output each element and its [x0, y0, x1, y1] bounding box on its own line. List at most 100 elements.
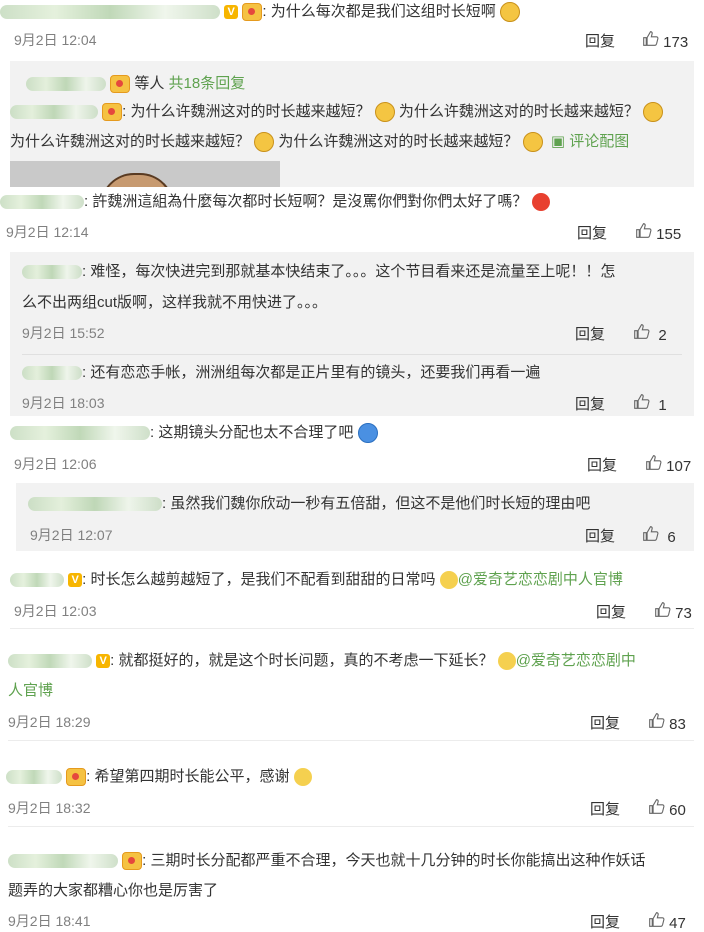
- like-count: 107: [666, 458, 692, 475]
- thumbs-up-icon: [634, 324, 650, 339]
- reply-text: 为什么许魏洲这对的时长越来越短？: [130, 103, 371, 120]
- reply-date: 9月2日 18:03: [22, 395, 105, 411]
- mention-link[interactable]: @爱奇艺恋恋剧中人官博: [458, 571, 623, 588]
- comment-date: 9月2日 12:14: [6, 224, 89, 240]
- image-icon: ▣: [550, 133, 566, 150]
- doraemon-emoji-icon: [357, 423, 378, 444]
- like-button[interactable]: 47: [648, 911, 686, 932]
- reply-button[interactable]: 回复: [590, 712, 620, 733]
- like-count: 60: [669, 802, 686, 819]
- like-button[interactable]: 173: [642, 30, 688, 51]
- blurred-username[interactable]: [0, 5, 220, 20]
- like-count: 2: [658, 327, 667, 344]
- thumbs-up-icon: [649, 912, 665, 927]
- like-button[interactable]: 1: [633, 393, 667, 414]
- divider: [8, 826, 694, 827]
- sad-emoji-icon: [643, 102, 664, 123]
- thumbs-up-icon: [636, 223, 652, 238]
- sub-reply: : 还有恋恋手帐，洲洲组每次都是正片里有的镜头，还要我们再看一遍: [22, 363, 540, 383]
- blurred-username[interactable]: [10, 573, 64, 588]
- like-button[interactable]: 83: [648, 712, 686, 733]
- thumbs-up-icon: [646, 455, 662, 470]
- reply-button[interactable]: 回复: [585, 30, 615, 51]
- comment-3-header: : 这期镜头分配也太不合理了吧: [10, 423, 378, 444]
- reply-button[interactable]: 回复: [590, 798, 620, 819]
- more-replies-link[interactable]: 共18条回复: [169, 75, 246, 92]
- like-button[interactable]: 107: [645, 454, 691, 475]
- mention-link[interactable]: @爱奇艺恋恋剧中: [516, 652, 636, 669]
- comment-image-thumbnail[interactable]: [10, 161, 280, 187]
- like-button[interactable]: 2: [633, 323, 667, 344]
- thread-summary: 等人 共18条回复: [26, 74, 245, 94]
- comment-text: 题弄的大家都糟心你也是厉害了: [8, 882, 219, 899]
- like-count: 155: [656, 226, 682, 243]
- emoji-icon: [499, 2, 520, 23]
- thumbs-up-icon: [634, 394, 650, 409]
- comment-1-header: V : 为什么每次都是我们这组时长短啊: [0, 2, 520, 23]
- comment-image-link[interactable]: 评论配图: [569, 133, 629, 150]
- reply-text: 难怪，每次快进完到那就基本快结束了。。。这个节目看来还是流量至上呢！！怎: [90, 263, 616, 280]
- divider: [8, 740, 694, 741]
- comment-text: 时长怎么越剪越短了，是我们不配看到甜甜的日常吗: [90, 571, 436, 588]
- verified-icon: V: [224, 5, 239, 20]
- comment-4-header: V: 时长怎么越剪越短了，是我们不配看到甜甜的日常吗 @爱奇艺恋恋剧中人官博: [10, 570, 623, 590]
- reply-button[interactable]: 回复: [575, 393, 605, 414]
- like-count: 1: [658, 397, 667, 414]
- reply-button[interactable]: 回复: [575, 323, 605, 344]
- like-button[interactable]: 60: [648, 798, 686, 819]
- member-badge-icon: [102, 103, 123, 122]
- blurred-username[interactable]: [8, 854, 118, 869]
- like-button[interactable]: 73: [654, 601, 692, 622]
- reply-button[interactable]: 回复: [587, 454, 617, 475]
- reply-text: 为什么许魏洲这对的时长越来越短？: [278, 133, 519, 150]
- sad-emoji-icon: [254, 132, 275, 153]
- like-count: 73: [675, 605, 692, 622]
- blurred-username[interactable]: [22, 366, 82, 381]
- comment-6-header: : 希望第四期时长能公平，感谢: [6, 767, 312, 787]
- comment-7-header: : 三期时长分配都严重不合理，今天也就十几分钟的时长你能搞出这种作妖话: [8, 851, 646, 871]
- reply-button[interactable]: 回复: [585, 525, 615, 546]
- reply-button[interactable]: 回复: [596, 601, 626, 622]
- sad-emoji-icon: [374, 102, 395, 123]
- thread-reply-line2: 为什么许魏洲这对的时长越来越短？ 为什么许魏洲这对的时长越来越短？ ▣ 评论配图: [10, 132, 629, 153]
- reply-button[interactable]: 回复: [577, 222, 607, 243]
- divider: [10, 628, 694, 629]
- ok-hand-emoji-icon: [293, 768, 312, 787]
- comment-text: 三期时长分配都严重不合理，今天也就十几分钟的时长你能搞出这种作妖话: [150, 852, 646, 869]
- comment-text: 希望第四期时长能公平，感谢: [94, 768, 290, 785]
- thumbs-up-icon: [655, 602, 671, 617]
- doge-emoji-icon: [497, 652, 516, 671]
- reply-text: 还有恋恋手帐，洲洲组每次都是正片里有的镜头，还要我们再看一遍: [90, 364, 541, 381]
- member-badge-icon: [242, 3, 263, 22]
- reply-button[interactable]: 回复: [590, 911, 620, 932]
- sub-reply: : 难怪，每次快进完到那就基本快结束了。。。这个节目看来还是流量至上呢！！怎: [22, 262, 615, 282]
- reply-text: 为什么许魏洲这对的时长越来越短？: [10, 133, 251, 150]
- angry-emoji-icon: [531, 193, 550, 212]
- like-count: 173: [663, 34, 689, 51]
- blurred-username[interactable]: [22, 265, 82, 280]
- mention-link[interactable]: 人官博: [8, 682, 53, 699]
- comment-2-header: : 許魏洲這組為什麼每次都时长短啊？是沒罵你們對你們太好了嗎？: [0, 192, 550, 212]
- blurred-username[interactable]: [0, 195, 84, 210]
- reply-date: 9月2日 15:52: [22, 325, 105, 341]
- blurred-username[interactable]: [26, 77, 106, 92]
- emoji-icon: [439, 571, 458, 590]
- divider: [22, 354, 682, 355]
- blurred-username[interactable]: [8, 654, 92, 669]
- thumbs-up-icon: [643, 31, 659, 46]
- sub-reply: : 虽然我们魏你欣动一秒有五倍甜，但这不是他们时长短的理由吧: [28, 494, 590, 514]
- mention-continued: 人官博: [8, 681, 53, 701]
- like-button[interactable]: 6: [642, 525, 676, 546]
- blurred-username[interactable]: [10, 105, 98, 120]
- blurred-username[interactable]: [10, 426, 150, 441]
- reply-text: 么不出两组cut版啊，这样我就不用快进了。。。: [22, 294, 328, 311]
- reply-date: 9月2日 12:07: [30, 527, 113, 543]
- thread-reply-line1: : 为什么许魏洲这对的时长越来越短？ 为什么许魏洲这对的时长越来越短？: [10, 102, 664, 123]
- comment-date: 9月2日 12:06: [14, 456, 97, 472]
- thumbs-up-icon: [649, 799, 665, 814]
- blurred-username[interactable]: [6, 770, 62, 785]
- comment-text: 这期镜头分配也太不合理了吧: [158, 424, 354, 441]
- comment-text: 許魏洲這組為什麼每次都时长短啊？是沒罵你們對你們太好了嗎？: [92, 193, 528, 210]
- blurred-username[interactable]: [28, 497, 162, 512]
- like-button[interactable]: 155: [635, 222, 681, 243]
